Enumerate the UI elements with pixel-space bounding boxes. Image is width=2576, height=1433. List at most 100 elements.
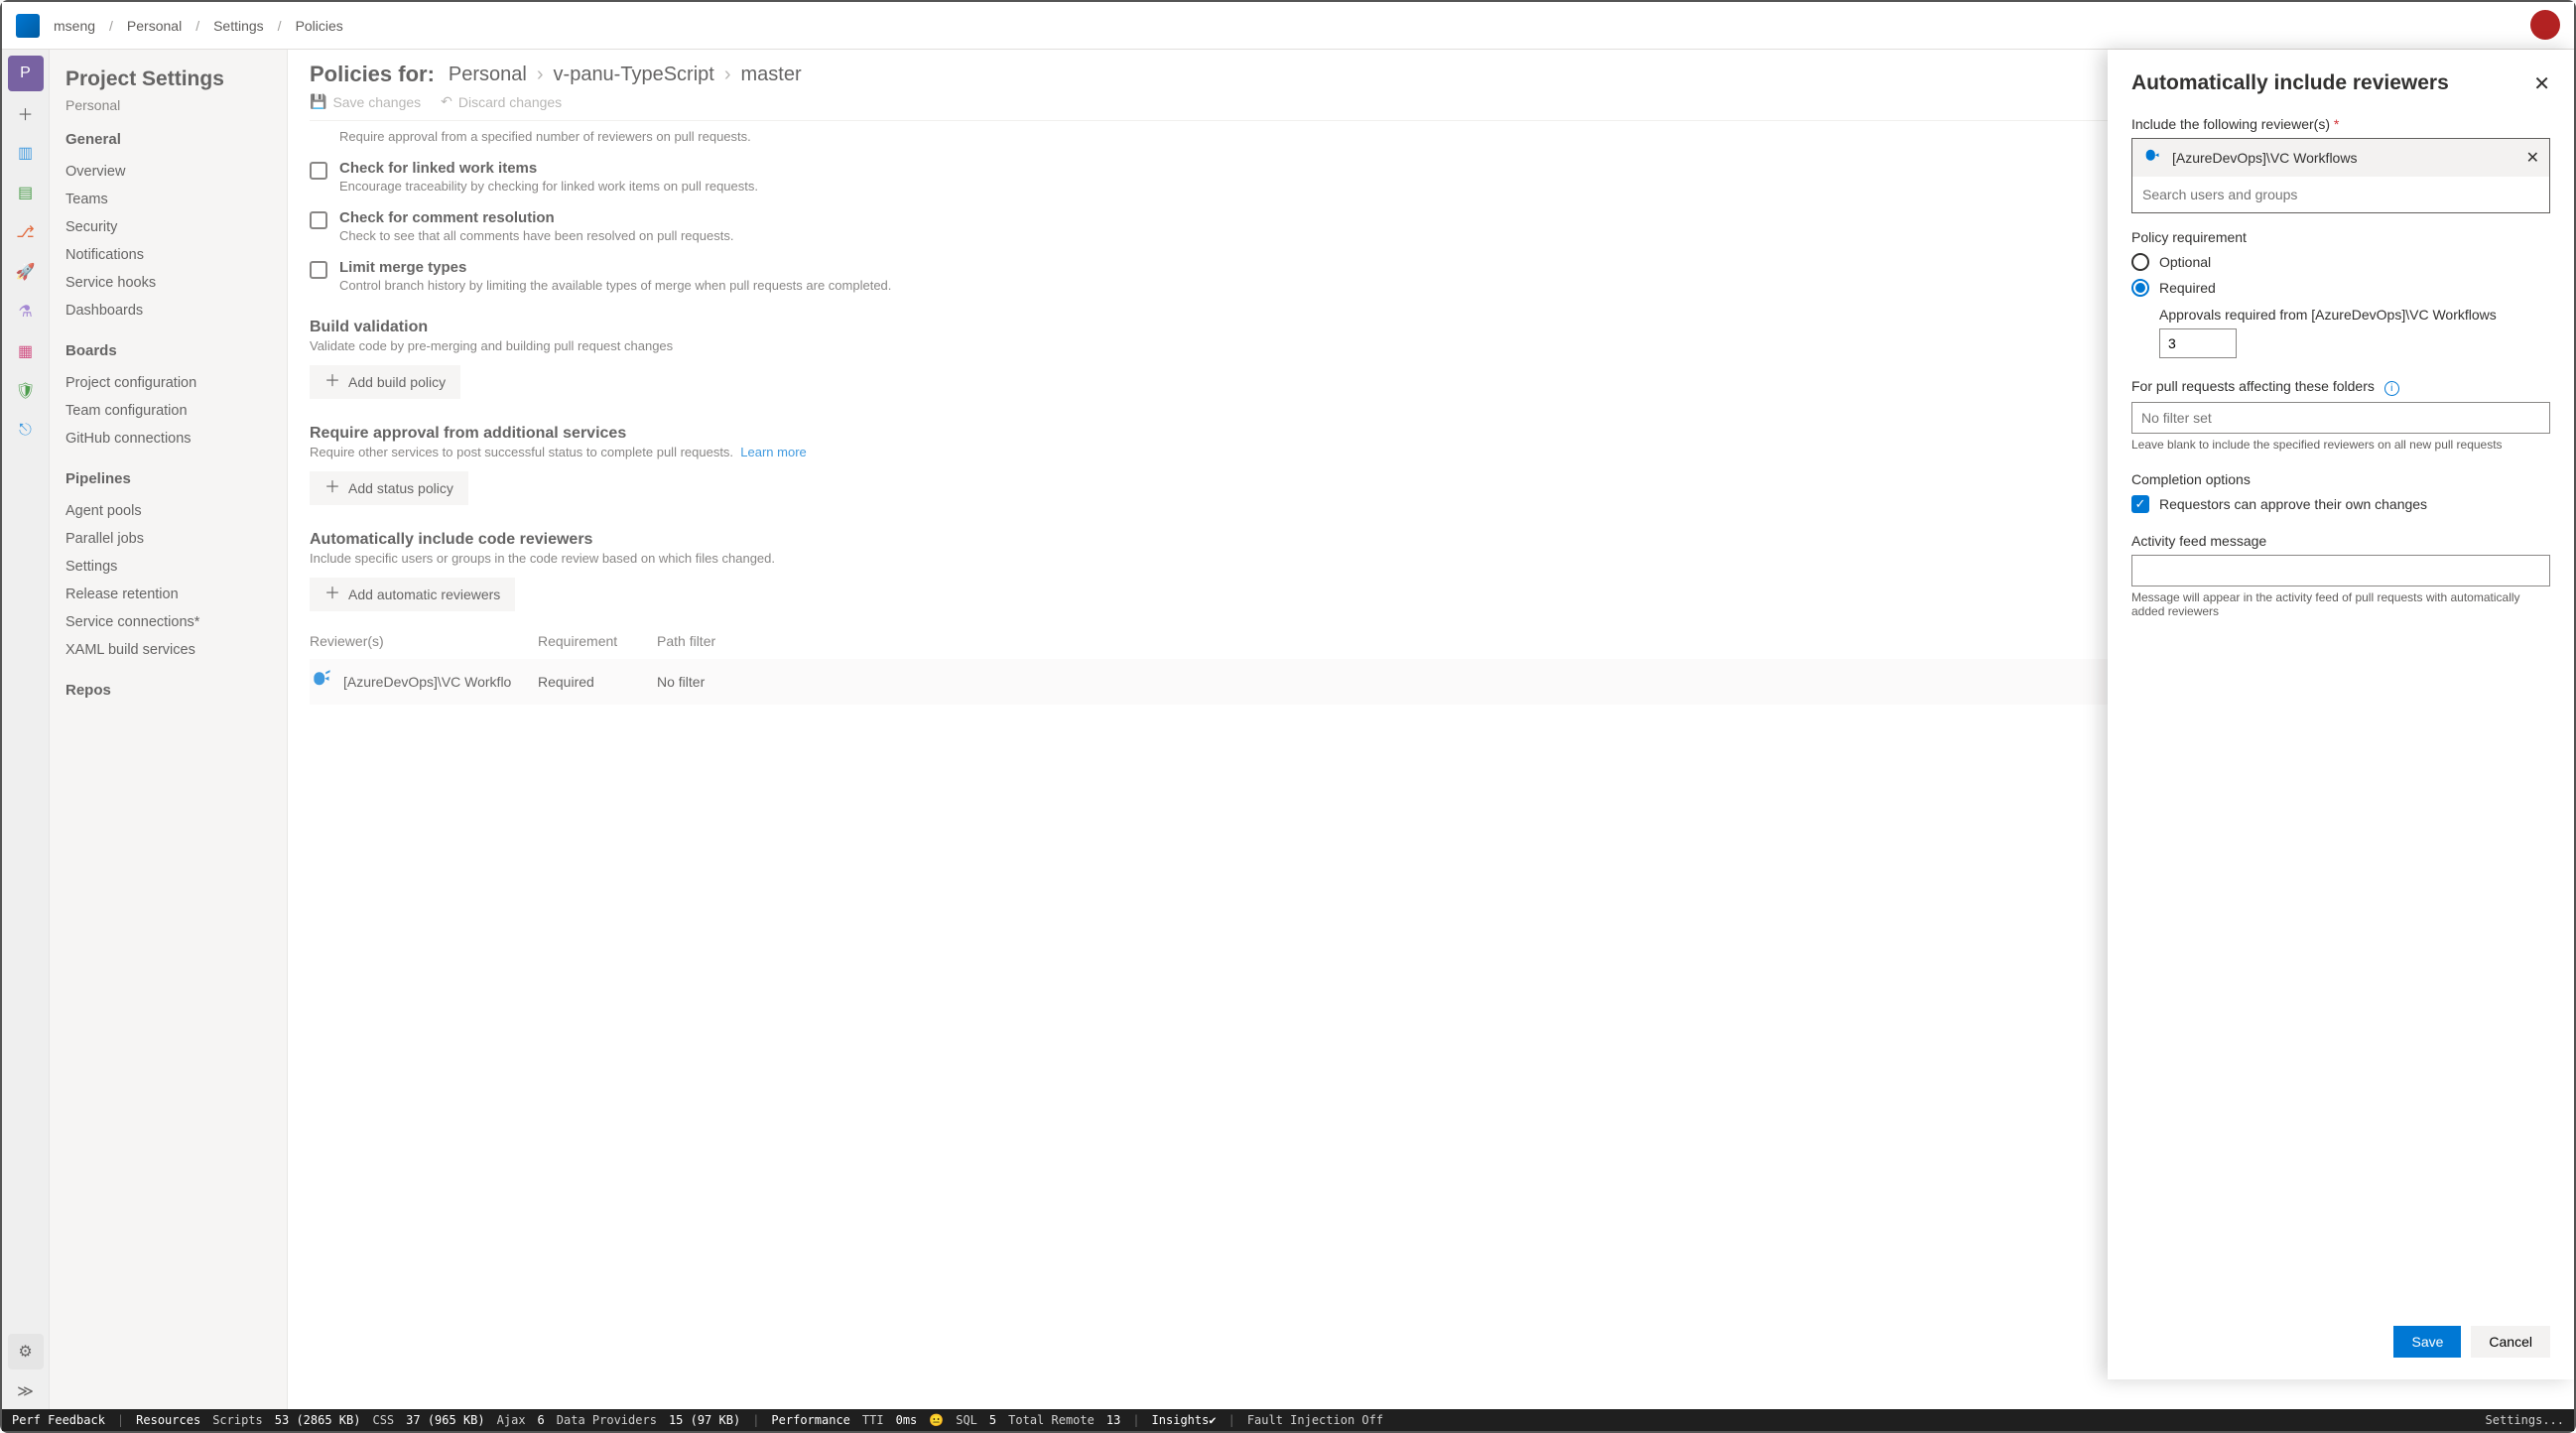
approvals-required-input[interactable] xyxy=(2159,328,2237,358)
crumb-org[interactable]: mseng xyxy=(54,18,95,34)
crumb-page[interactable]: Policies xyxy=(296,18,343,34)
discard-changes-button[interactable]: ↶Discard changes xyxy=(441,93,562,110)
chevron-right-icon: › xyxy=(724,64,731,86)
warning-icon: 😐 xyxy=(929,1413,944,1427)
checkbox-linked-work-items[interactable] xyxy=(310,162,327,180)
checkbox-limit-merge[interactable] xyxy=(310,261,327,279)
perf-feedback[interactable]: Perf Feedback xyxy=(12,1413,105,1427)
col-reviewers: Reviewer(s) xyxy=(310,633,538,649)
activity-feed-input[interactable] xyxy=(2131,555,2550,586)
reviewer-chip: [AzureDevOps]\VC Workflows ✕ xyxy=(2132,139,2549,177)
rail-pipelines-icon[interactable]: 🚀 xyxy=(8,254,44,290)
folders-filter-input[interactable] xyxy=(2131,402,2550,434)
radio-icon xyxy=(2131,253,2149,271)
sidebar-item-github[interactable]: GitHub connections xyxy=(65,425,271,453)
status-css-label: CSS xyxy=(372,1413,394,1427)
undo-icon: ↶ xyxy=(441,93,452,110)
sidebar-item-service-hooks[interactable]: Service hooks xyxy=(65,269,271,297)
status-ajax-label: Ajax xyxy=(497,1413,526,1427)
panel-close-icon[interactable]: ✕ xyxy=(2533,71,2550,96)
sidebar-item-settings[interactable]: Settings xyxy=(65,553,271,581)
status-tti-label: TTI xyxy=(862,1413,884,1427)
auto-reviewers-panel: Automatically include reviewers ✕ Includ… xyxy=(2108,50,2574,1379)
status-css: 37 (965 KB) xyxy=(406,1413,484,1427)
radio-optional[interactable]: Optional xyxy=(2131,253,2550,271)
sidebar-item-xaml-build[interactable]: XAML build services xyxy=(65,636,271,664)
checkbox-comment-resolution[interactable] xyxy=(310,211,327,229)
sidebar-item-team-config[interactable]: Team configuration xyxy=(65,397,271,425)
plus-icon: ＋ xyxy=(324,586,340,602)
rail-extensions-icon[interactable]: ⎋ xyxy=(8,413,44,449)
user-avatar[interactable] xyxy=(2530,10,2560,40)
status-settings[interactable]: Settings... xyxy=(2486,1413,2564,1427)
radio-required[interactable]: Required xyxy=(2131,279,2550,297)
policy-requirement-label: Policy requirement xyxy=(2131,229,2550,245)
save-changes-button[interactable]: 💾Save changes xyxy=(310,93,421,110)
status-sql-label: SQL xyxy=(956,1413,977,1427)
status-resources[interactable]: Resources xyxy=(136,1413,200,1427)
sidebar-item-dashboards[interactable]: Dashboards xyxy=(65,297,271,325)
crumb-project[interactable]: Personal xyxy=(127,18,182,34)
completion-options-label: Completion options xyxy=(2131,471,2550,487)
learn-more-link[interactable]: Learn more xyxy=(740,445,806,459)
status-scripts: 53 (2865 KB) xyxy=(275,1413,361,1427)
check-comment-resolution-sub: Check to see that all comments have been… xyxy=(339,228,733,243)
rail-repos-icon[interactable]: ⎇ xyxy=(8,214,44,250)
chip-label: [AzureDevOps]\VC Workflows xyxy=(2172,150,2357,166)
status-tr: 13 xyxy=(1106,1413,1120,1427)
save-icon: 💾 xyxy=(310,93,326,110)
activity-feed-label: Activity feed message xyxy=(2131,533,2550,549)
status-sql: 5 xyxy=(989,1413,996,1427)
include-reviewers-label: Include the following reviewer(s) xyxy=(2131,116,2330,132)
sidebar-item-release-retention[interactable]: Release retention xyxy=(65,581,271,608)
status-dp: 15 (97 KB) xyxy=(669,1413,740,1427)
sidebar-item-agent-pools[interactable]: Agent pools xyxy=(65,497,271,525)
rail-boards-icon[interactable]: ▤ xyxy=(8,175,44,210)
sidebar-item-service-connections[interactable]: Service connections* xyxy=(65,608,271,636)
path-repo[interactable]: v-panu-TypeScript xyxy=(554,64,714,86)
rail-artifacts-icon[interactable]: ▦ xyxy=(8,333,44,369)
status-performance[interactable]: Performance xyxy=(771,1413,849,1427)
check-linked-work-items-title: Check for linked work items xyxy=(339,160,758,177)
reviewer-picker[interactable]: [AzureDevOps]\VC Workflows ✕ xyxy=(2131,138,2550,213)
sidebar-item-notifications[interactable]: Notifications xyxy=(65,241,271,269)
team-group-icon xyxy=(2142,147,2164,169)
status-insights[interactable]: Insights✔ xyxy=(1152,1413,1217,1427)
add-build-policy-button[interactable]: ＋Add build policy xyxy=(310,365,460,399)
sidebar-item-project-config[interactable]: Project configuration xyxy=(65,369,271,397)
rail-expand-icon[interactable]: ≫ xyxy=(8,1373,44,1409)
rail-settings-icon[interactable]: ⚙ xyxy=(8,1334,44,1369)
sidebar-item-security[interactable]: Security xyxy=(65,213,271,241)
rail-project-icon[interactable]: P xyxy=(8,56,44,91)
policies-for-label: Policies for: xyxy=(310,62,435,87)
info-icon[interactable]: i xyxy=(2384,381,2399,396)
azure-devops-logo-icon[interactable] xyxy=(16,14,40,38)
sidebar-item-overview[interactable]: Overview xyxy=(65,158,271,186)
sidebar-project-name[interactable]: Personal xyxy=(65,97,271,113)
path-branch[interactable]: master xyxy=(741,64,802,86)
crumb-section[interactable]: Settings xyxy=(213,18,264,34)
checkbox-checked-icon: ✓ xyxy=(2131,495,2149,513)
add-status-policy-button[interactable]: ＋Add status policy xyxy=(310,471,468,505)
status-fault-injection[interactable]: Fault Injection Off xyxy=(1247,1413,1383,1427)
path-project[interactable]: Personal xyxy=(449,64,527,86)
sidebar-item-teams[interactable]: Teams xyxy=(65,186,271,213)
add-automatic-reviewers-button[interactable]: ＋Add automatic reviewers xyxy=(310,578,515,611)
rail-add-icon[interactable]: ＋ xyxy=(8,95,44,131)
rail-overview-icon[interactable]: ▥ xyxy=(8,135,44,171)
status-ajax: 6 xyxy=(538,1413,545,1427)
rail-compliance-icon[interactable]: 🛡 xyxy=(8,373,44,409)
requestors-approve-checkbox[interactable]: ✓ Requestors can approve their own chang… xyxy=(2131,495,2550,513)
sidebar-group-general: General xyxy=(65,131,271,148)
sidebar-item-parallel-jobs[interactable]: Parallel jobs xyxy=(65,525,271,553)
nav-rail: P ＋ ▥ ▤ ⎇ 🚀 ⚗ ▦ 🛡 ⎋ ⚙ ≫ xyxy=(2,50,50,1409)
plus-icon: ＋ xyxy=(324,480,340,496)
chip-remove-icon[interactable]: ✕ xyxy=(2526,148,2539,168)
breadcrumb-separator: / xyxy=(195,18,199,34)
panel-save-button[interactable]: Save xyxy=(2393,1326,2461,1358)
perf-status-bar: Perf Feedback | Resources Scripts 53 (28… xyxy=(2,1409,2574,1431)
panel-cancel-button[interactable]: Cancel xyxy=(2471,1326,2550,1358)
project-settings-sidebar: Project Settings Personal General Overvi… xyxy=(50,50,288,1409)
rail-testplans-icon[interactable]: ⚗ xyxy=(8,294,44,329)
reviewer-search-input[interactable] xyxy=(2132,177,2549,212)
